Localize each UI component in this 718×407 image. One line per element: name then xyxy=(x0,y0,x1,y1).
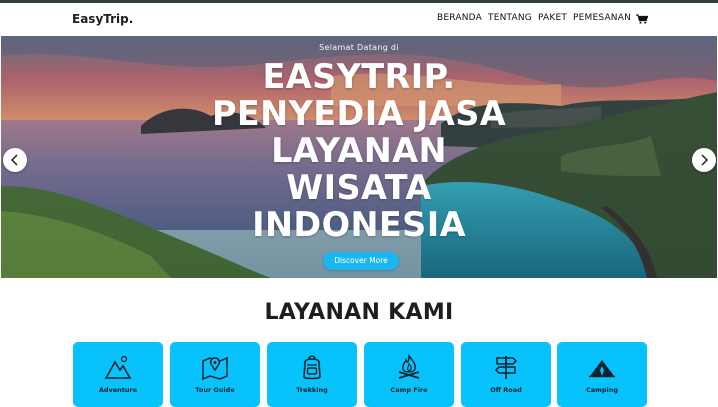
service-label: Camp Fire xyxy=(390,386,428,394)
service-card-camping[interactable]: Camping xyxy=(557,342,647,407)
service-card-adventure[interactable]: Adventure xyxy=(73,342,163,407)
hero-title-line: WISATA xyxy=(286,168,432,207)
carousel-prev-button[interactable] xyxy=(3,148,27,172)
tent-icon xyxy=(589,360,615,378)
carousel-next-button[interactable] xyxy=(692,148,716,172)
backpack-icon xyxy=(303,355,321,380)
service-card-off-road[interactable]: Off Road xyxy=(461,342,551,407)
service-card-trekking[interactable]: Trekking xyxy=(267,342,357,407)
campfire-icon xyxy=(398,354,420,379)
map-icon xyxy=(202,356,228,380)
mountain-icon xyxy=(104,355,132,379)
hero-subtitle: Selamat Datang di xyxy=(319,43,399,52)
service-card-camp-fire[interactable]: Camp Fire xyxy=(364,342,454,407)
nav-item-tentang[interactable]: TENTANG xyxy=(488,13,532,23)
hero-title: EASYTRIP. PENYEDIA JASA LAYANAN WISATA I… xyxy=(1,58,717,243)
hero-carousel: Selamat Datang di EASYTRIP. PENYEDIA JAS… xyxy=(1,36,717,278)
hero-title-line: PENYEDIA JASA xyxy=(211,94,507,133)
cart-icon[interactable] xyxy=(636,14,648,24)
service-label: Trekking xyxy=(296,386,328,394)
service-label: Camping xyxy=(585,386,619,394)
brand-logo[interactable]: EasyTrip. xyxy=(72,12,133,26)
nav-item-paket[interactable]: PAKET xyxy=(538,13,567,23)
hero-title-line: INDONESIA xyxy=(252,205,466,244)
service-label: Tour Guide xyxy=(195,386,235,394)
service-label: Off Road xyxy=(490,386,522,394)
discover-more-button[interactable]: Discover More xyxy=(323,252,399,270)
nav-item-beranda[interactable]: BERANDA xyxy=(437,13,482,23)
service-card-tour-guide[interactable]: Tour Guide xyxy=(170,342,260,407)
navbar: EasyTrip. BERANDA TENTANG PAKET PEMESANA… xyxy=(0,3,718,36)
chevron-left-icon xyxy=(10,154,18,166)
nav-item-pemesanan[interactable]: PEMESANAN xyxy=(573,13,631,23)
hero-title-line: LAYANAN xyxy=(271,131,447,170)
chevron-right-icon xyxy=(701,154,709,166)
hero-title-line: EASYTRIP. xyxy=(262,57,456,96)
services-title: LAYANAN KAMI xyxy=(264,300,454,325)
service-label: Adventure xyxy=(98,386,138,394)
signpost-icon xyxy=(494,356,518,379)
